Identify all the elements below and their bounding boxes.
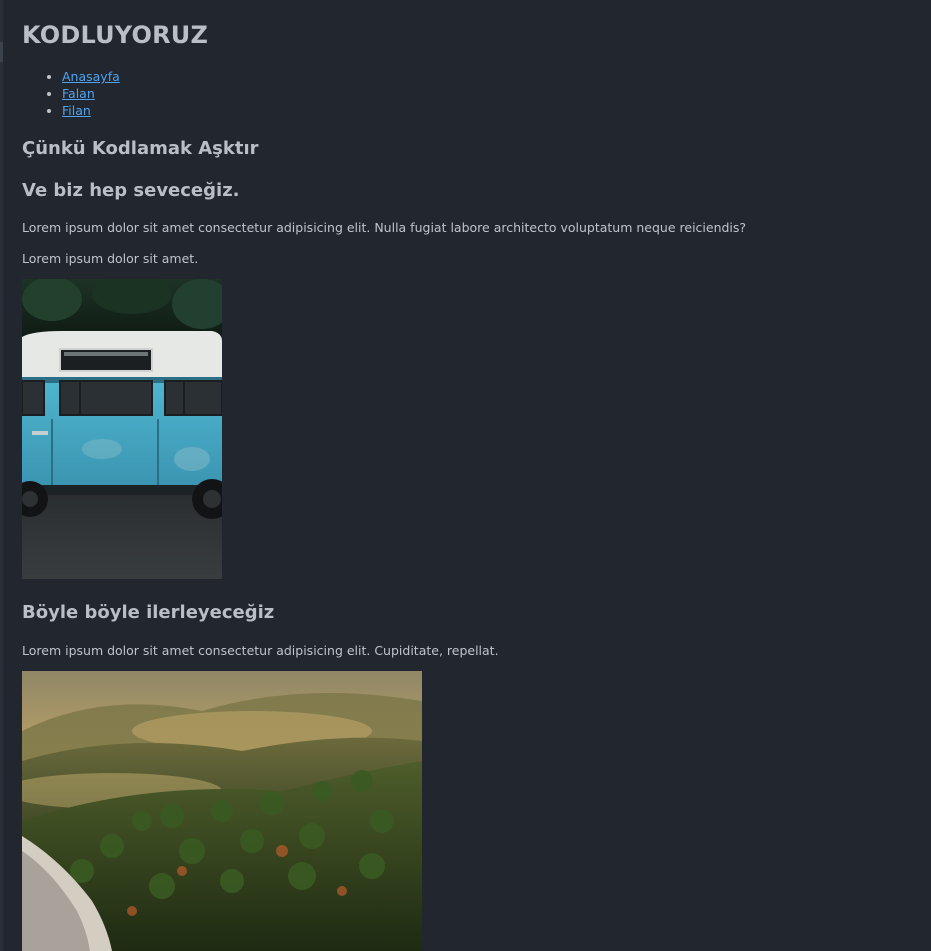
van-image xyxy=(22,279,222,579)
paragraph-short: Lorem ipsum dolor sit amet. xyxy=(22,251,199,266)
left-edge-marker xyxy=(0,42,3,62)
site-title: KODLUYORUZ xyxy=(22,21,209,49)
forest-illustration xyxy=(22,671,422,951)
van-illustration xyxy=(22,279,222,579)
nav-item-filan: Filan xyxy=(62,102,120,119)
heading-progress: Böyle böyle ilerleyeceğiz xyxy=(22,602,275,623)
left-edge-strip xyxy=(0,0,3,951)
nav-link-falan[interactable]: Falan xyxy=(62,86,95,101)
nav-item-home: Anasayfa xyxy=(62,68,120,85)
paragraph-progress: Lorem ipsum dolor sit amet consectetur a… xyxy=(22,643,499,658)
heading-coding-is-love: Çünkü Kodlamak Aşktır xyxy=(22,138,259,159)
heading-always-love: Ve biz hep seveceğiz. xyxy=(22,180,240,201)
nav-list: Anasayfa Falan Filan xyxy=(22,68,120,119)
nav-link-home[interactable]: Anasayfa xyxy=(62,69,120,84)
forest-image xyxy=(22,671,422,951)
nav-item-falan: Falan xyxy=(62,85,120,102)
nav-link-filan[interactable]: Filan xyxy=(62,103,91,118)
paragraph-intro: Lorem ipsum dolor sit amet consectetur a… xyxy=(22,220,747,235)
